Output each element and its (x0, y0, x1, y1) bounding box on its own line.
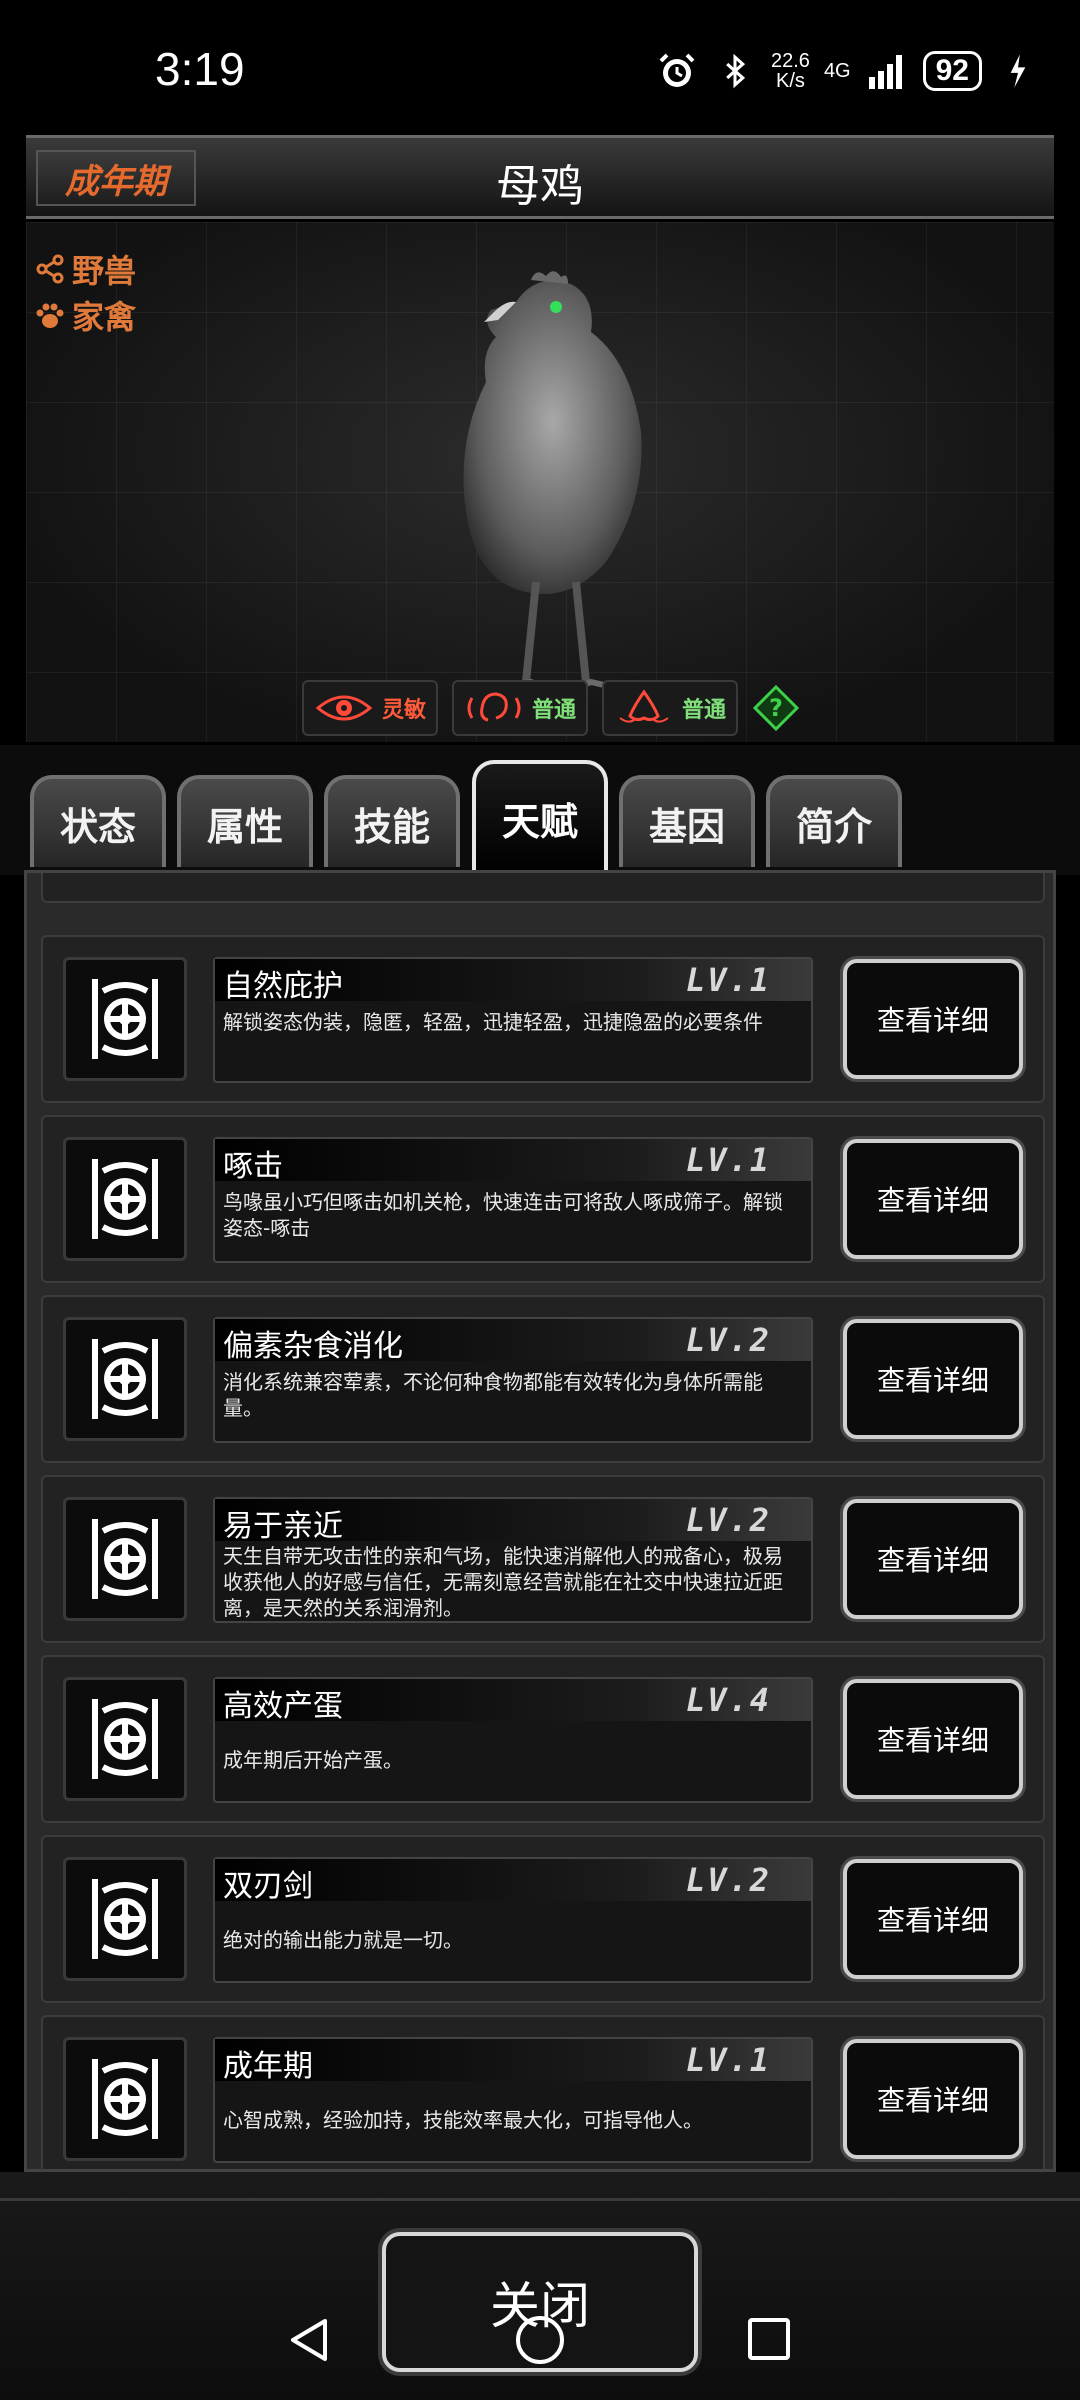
charging-icon (996, 49, 1040, 93)
talent-description: 天生自带无攻击性的亲和气场，能快速消解他人的戒备心，极易收获他人的好感与信任，无… (223, 1544, 783, 1620)
talent-card: 自然庇护 LV.1 解锁姿态伪装，隐匿，轻盈，迅捷轻盈，迅捷隐盈的必要条件 查看… (41, 935, 1045, 1103)
talent-icon (63, 1857, 187, 1981)
talent-icon (63, 1137, 187, 1261)
tag-poultry: 家禽 (34, 292, 136, 338)
talent-level: LV.2 (685, 1501, 771, 1539)
talent-info: 自然庇护 LV.1 解锁姿态伪装，隐匿，轻盈，迅捷轻盈，迅捷隐盈的必要条件 (213, 957, 813, 1083)
emblem-icon (92, 1159, 158, 1239)
nose-icon (619, 689, 669, 723)
talent-level: LV.1 (685, 961, 771, 999)
talent-card: 易于亲近 LV.2 天生自带无攻击性的亲和气场，能快速消解他人的戒备心，极易收获… (41, 1475, 1045, 1643)
talent-name: 易于亲近 (223, 1509, 343, 1544)
talent-card: 偏素杂食消化 LV.2 消化系统兼容荤素，不论何种食物都能有效转化为身体所需能量… (41, 1295, 1045, 1463)
talent-level: LV.1 (685, 2041, 771, 2079)
talent-description: 解锁姿态伪装，隐匿，轻盈，迅捷轻盈，迅捷隐盈的必要条件 (223, 1010, 763, 1034)
talent-icon (63, 957, 187, 1081)
talent-icon (63, 1317, 187, 1441)
alarm-icon (655, 49, 699, 93)
emblem-icon (92, 1339, 158, 1419)
share-icon (36, 254, 64, 284)
talent-description: 成年期后开始产蛋。 (223, 1748, 403, 1772)
talent-info: 成年期 LV.1 心智成熟，经验加持，技能效率最大化，可指导他人。 (213, 2037, 813, 2163)
ear-icon (467, 692, 521, 722)
status-bar: 3:19 22.6 K/s 4G 92 (0, 0, 1080, 140)
tab-attributes[interactable]: 属性 (177, 775, 313, 867)
status-time: 3:19 (155, 43, 245, 95)
talent-info: 啄击 LV.1 鸟喙虽小巧但啄击如机关枪，快速连击可将敌人啄成筛子。解锁姿态-啄… (213, 1137, 813, 1263)
view-details-button[interactable]: 查看详细 (843, 1319, 1023, 1439)
talent-level: LV.4 (685, 1681, 771, 1719)
talent-card-partial (41, 873, 1045, 903)
talent-card: 成年期 LV.1 心智成熟，经验加持，技能效率最大化，可指导他人。 查看详细 (41, 2015, 1045, 2169)
emblem-icon (92, 1879, 158, 1959)
battery-indicator: 92 (922, 51, 982, 91)
home-icon[interactable] (516, 2316, 564, 2364)
view-details-button[interactable]: 查看详细 (843, 1679, 1023, 1799)
talent-list[interactable]: 自然庇护 LV.1 解锁姿态伪装，隐匿，轻盈，迅捷轻盈，迅捷隐盈的必要条件 查看… (24, 870, 1056, 2172)
talent-description: 消化系统兼容荤素，不论何种食物都能有效转化为身体所需能量。 (223, 1370, 763, 1420)
paw-icon (36, 303, 64, 328)
talent-card: 啄击 LV.1 鸟喙虽小巧但啄击如机关枪，快速连击可将敌人啄成筛子。解锁姿态-啄… (41, 1115, 1045, 1283)
talent-icon (63, 1677, 187, 1801)
svg-text:?: ? (769, 694, 783, 722)
talent-level: LV.2 (685, 1861, 771, 1899)
talent-level: LV.2 (685, 1321, 771, 1359)
eye-icon (315, 695, 373, 721)
sense-hearing[interactable]: 普通 (452, 680, 589, 736)
tag-beast: 野兽 (34, 246, 136, 292)
talent-name: 高效产蛋 (223, 1689, 343, 1724)
tab-talents[interactable]: 天赋 (472, 760, 608, 872)
network-speed: 22.6 K/s (771, 50, 810, 92)
talent-name: 自然庇护 (223, 969, 343, 1004)
talent-card: 高效产蛋 LV.4 成年期后开始产蛋。 查看详细 (41, 1655, 1045, 1823)
talent-name: 成年期 (223, 2049, 313, 2084)
talent-info: 易于亲近 LV.2 天生自带无攻击性的亲和气场，能快速消解他人的戒备心，极易收获… (213, 1497, 813, 1623)
emblem-icon (92, 1519, 158, 1599)
hen-image (463, 271, 642, 695)
view-details-button[interactable]: 查看详细 (843, 2039, 1023, 2159)
divider (0, 2198, 1080, 2201)
back-icon[interactable] (285, 2315, 335, 2365)
talent-icon (63, 2037, 187, 2161)
animal-portrait: 野兽 家禽 (26, 222, 1054, 742)
talent-card: 双刃剑 LV.2 绝对的输出能力就是一切。 查看详细 (41, 1835, 1045, 2003)
talent-description: 心智成熟，经验加持，技能效率最大化，可指导他人。 (223, 2108, 703, 2132)
talent-name: 双刃剑 (223, 1869, 313, 1904)
talent-icon (63, 1497, 187, 1621)
view-details-button[interactable]: 查看详细 (843, 1499, 1023, 1619)
status-icons: 22.6 K/s 4G 92 (655, 46, 1040, 96)
network-type: 4G (823, 59, 851, 82)
recent-apps-icon[interactable] (748, 2318, 790, 2360)
bluetooth-icon (713, 49, 757, 93)
emblem-icon (92, 2059, 158, 2139)
help-icon[interactable]: ? (752, 684, 800, 732)
talent-info: 双刃剑 LV.2 绝对的输出能力就是一切。 (213, 1857, 813, 1983)
tab-intro[interactable]: 简介 (766, 775, 902, 867)
senses-bar: 灵敏 普通 普通 ? (302, 680, 800, 736)
view-details-button[interactable]: 查看详细 (843, 1859, 1023, 1979)
talent-level: LV.1 (685, 1141, 771, 1179)
talent-description: 鸟喙虽小巧但啄击如机关枪，快速连击可将敌人啄成筛子。解锁姿态-啄击 (223, 1190, 783, 1240)
signal-icon (865, 49, 909, 93)
tag-list: 野兽 家禽 (34, 246, 136, 338)
tab-genes[interactable]: 基因 (619, 775, 755, 867)
sense-sight[interactable]: 灵敏 (302, 680, 439, 736)
talent-description: 绝对的输出能力就是一切。 (223, 1928, 463, 1952)
talent-info: 偏素杂食消化 LV.2 消化系统兼容荤素，不论何种食物都能有效转化为身体所需能量… (213, 1317, 813, 1443)
emblem-icon (92, 979, 158, 1059)
tab-status[interactable]: 状态 (30, 775, 166, 867)
detail-header: 成年期 母鸡 (26, 135, 1054, 219)
talent-info: 高效产蛋 LV.4 成年期后开始产蛋。 (213, 1677, 813, 1803)
talent-name: 啄击 (223, 1149, 283, 1184)
talent-name: 偏素杂食消化 (223, 1329, 403, 1364)
emblem-icon (92, 1699, 158, 1779)
view-details-button[interactable]: 查看详细 (843, 1139, 1023, 1259)
tab-skills[interactable]: 技能 (324, 775, 460, 867)
view-details-button[interactable]: 查看详细 (843, 959, 1023, 1079)
sense-smell[interactable]: 普通 (602, 680, 739, 736)
page-title: 母鸡 (496, 161, 584, 212)
